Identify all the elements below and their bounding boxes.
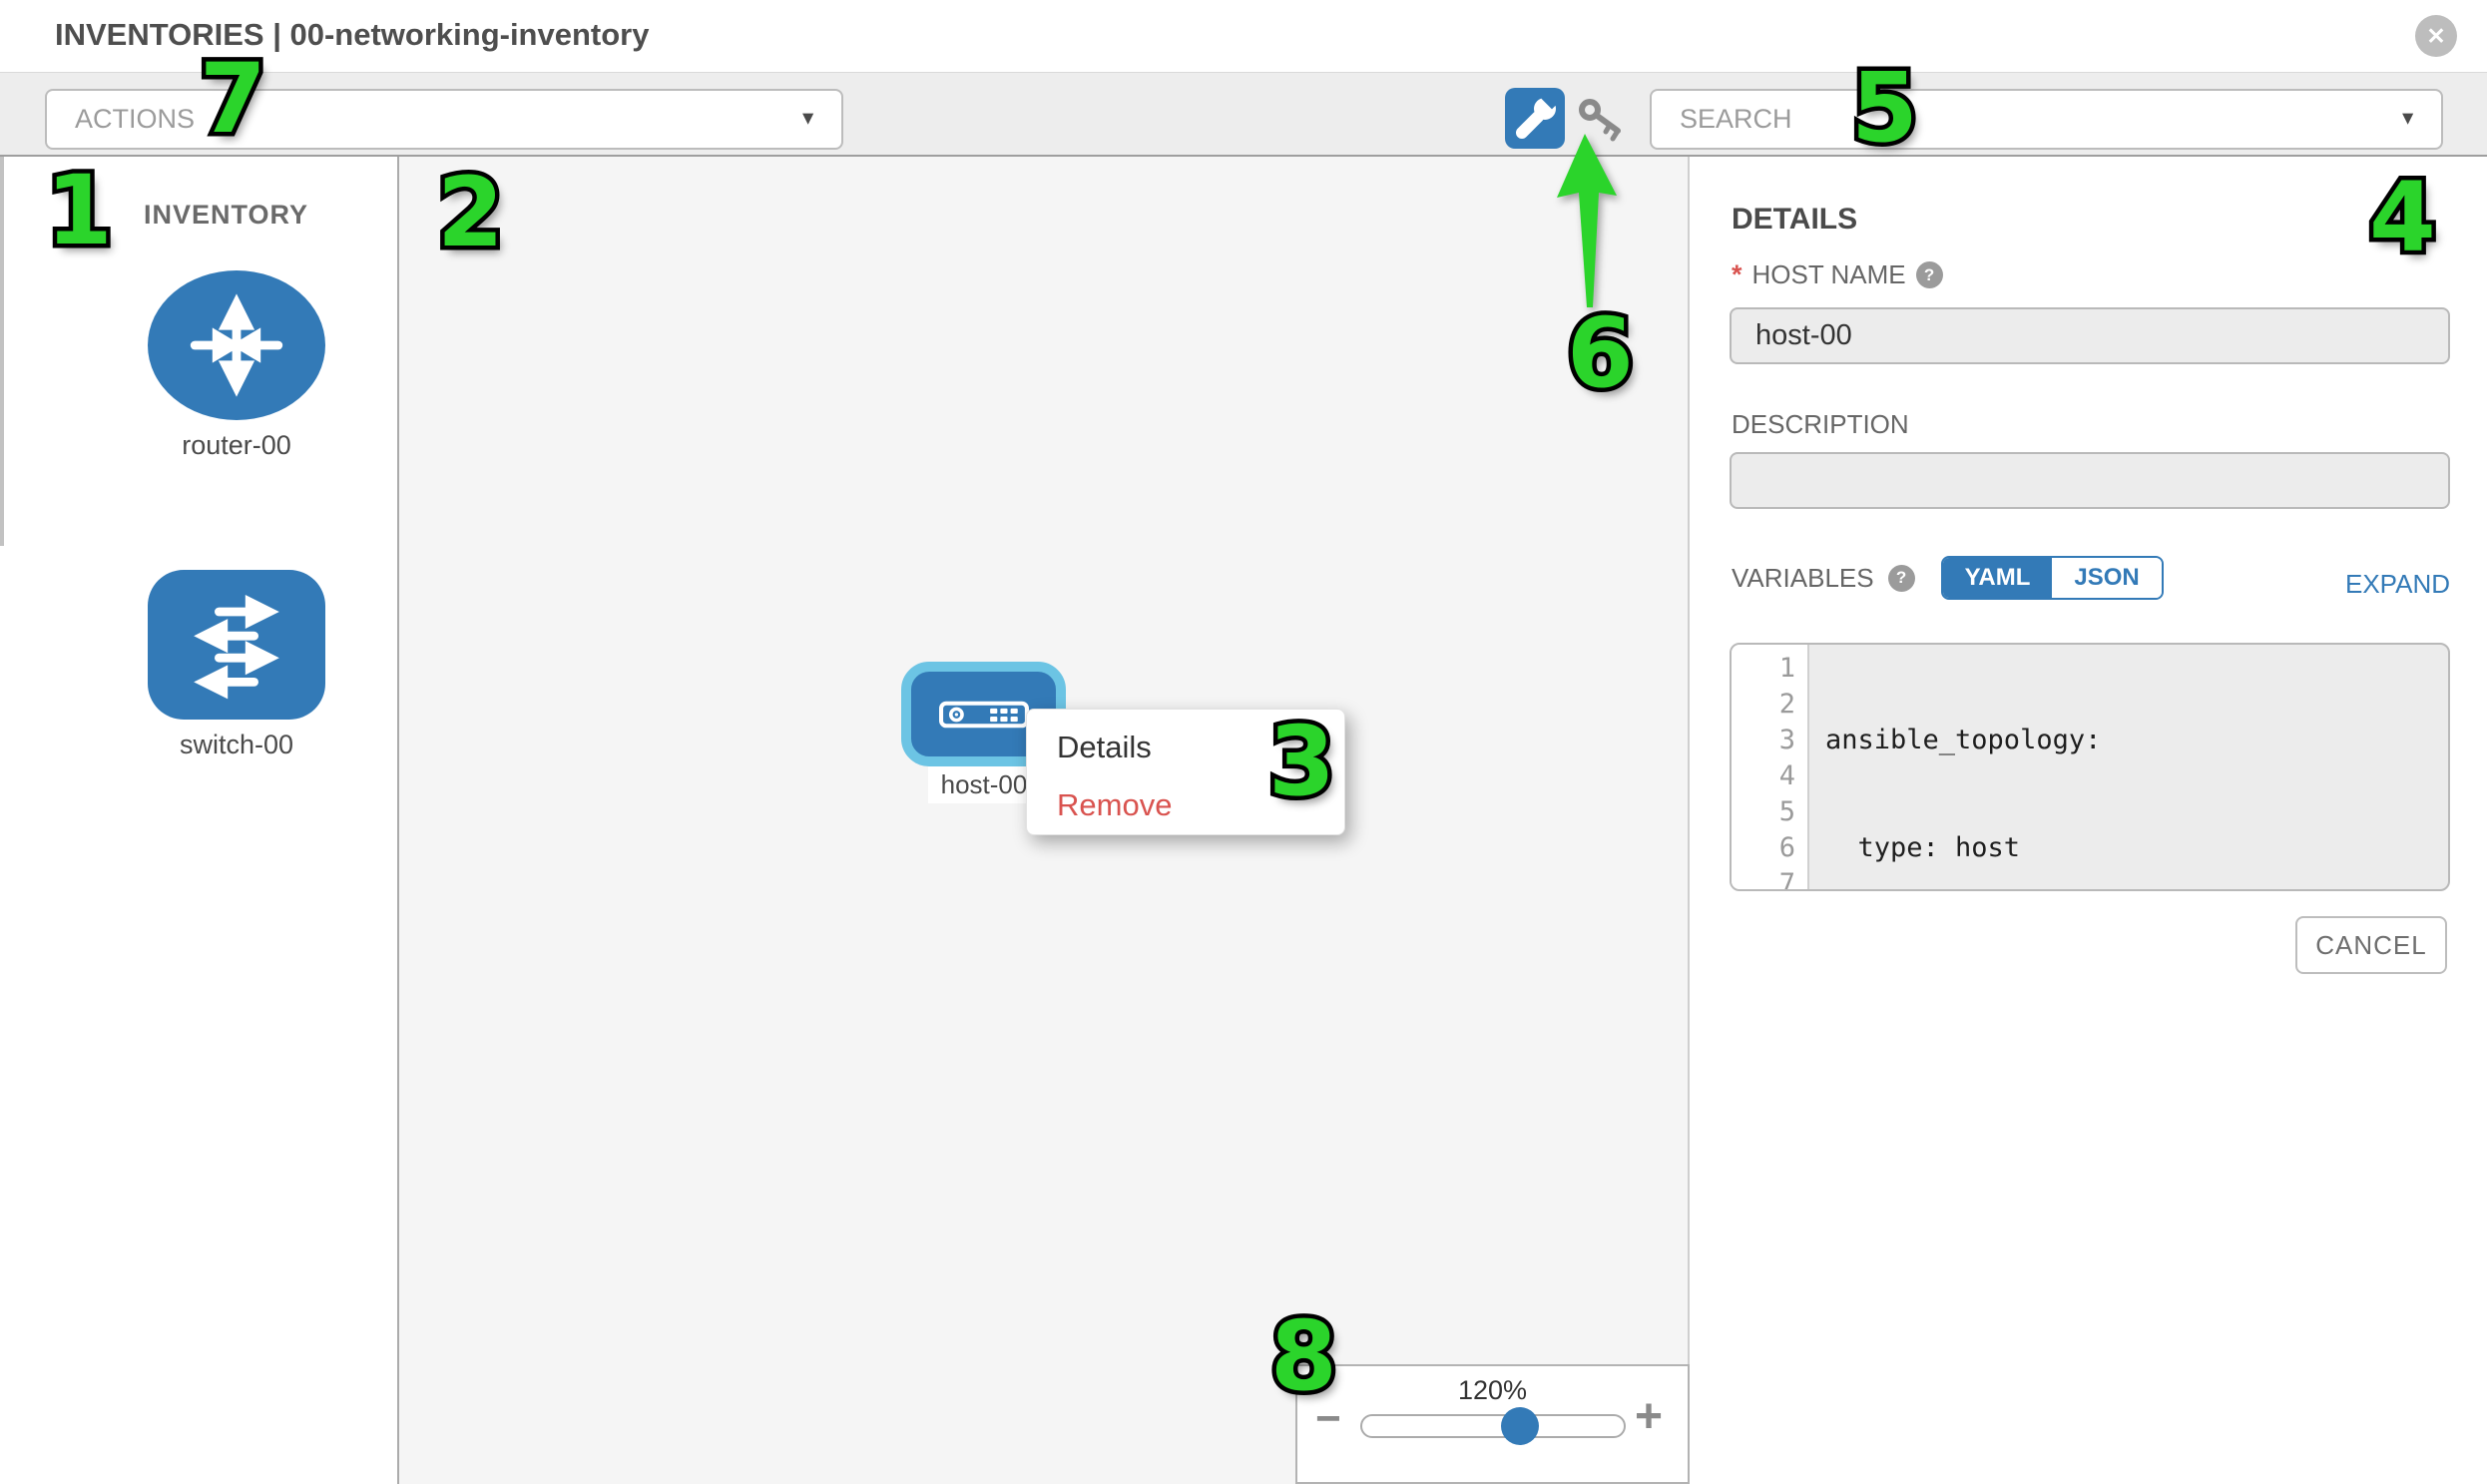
host-name-input[interactable] bbox=[1730, 307, 2450, 364]
line-number: 5 bbox=[1732, 794, 1795, 830]
zoom-slider-thumb[interactable] bbox=[1501, 1407, 1539, 1445]
annotation-8: 8 bbox=[1270, 1308, 1337, 1404]
search-dropdown-label: SEARCH bbox=[1680, 104, 1792, 135]
actions-dropdown[interactable]: ACTIONS ▼ bbox=[45, 89, 843, 150]
sidebar-title: INVENTORY bbox=[144, 200, 308, 231]
help-icon[interactable]: ? bbox=[1916, 261, 1943, 288]
app-window: INVENTORIES | 00-networking-inventory ✕ … bbox=[0, 0, 2487, 1484]
annotation-6: 6 bbox=[1567, 305, 1634, 401]
chevron-down-icon: ▼ bbox=[798, 108, 817, 130]
line-number: 7 bbox=[1732, 866, 1795, 891]
description-label-row: DESCRIPTION bbox=[1732, 409, 1909, 440]
zoom-slider-track[interactable] bbox=[1360, 1414, 1626, 1438]
zoom-level-label: 120% bbox=[1295, 1375, 1690, 1406]
host-icon bbox=[939, 701, 1029, 729]
chevron-down-icon: ▼ bbox=[2398, 108, 2417, 130]
sidebar-item-label: switch-00 bbox=[148, 730, 325, 760]
annotation-2: 2 bbox=[437, 165, 504, 260]
expand-link[interactable]: EXPAND bbox=[2345, 569, 2450, 600]
required-asterisk: * bbox=[1732, 259, 1742, 290]
code-line: ansible_topology: bbox=[1825, 723, 2448, 758]
variables-format-toggle: YAML JSON bbox=[1941, 556, 2164, 600]
sidebar-scrollbar[interactable] bbox=[0, 157, 4, 546]
line-number: 4 bbox=[1732, 758, 1795, 794]
annotation-1: 1 bbox=[46, 163, 113, 258]
router-icon bbox=[148, 270, 325, 420]
annotation-3: 3 bbox=[1268, 714, 1335, 809]
header: INVENTORIES | 00-networking-inventory ✕ bbox=[0, 0, 2487, 72]
annotation-5: 5 bbox=[1851, 60, 1918, 156]
sidebar-item-label: router-00 bbox=[148, 430, 325, 461]
cancel-button[interactable]: CANCEL bbox=[2295, 916, 2447, 974]
variables-code-editor[interactable]: 1 2 3 4 5 6 7 ansible_topology: type: ho… bbox=[1730, 643, 2450, 891]
sidebar-item-router[interactable]: router-00 bbox=[148, 270, 325, 461]
code-line: type: host bbox=[1825, 830, 2448, 866]
host-name-label: HOST NAME bbox=[1752, 259, 1906, 290]
switch-icon bbox=[148, 570, 325, 720]
variables-label: VARIABLES bbox=[1732, 563, 1874, 594]
help-icon[interactable]: ? bbox=[1888, 565, 1915, 592]
line-number: 6 bbox=[1732, 830, 1795, 866]
host-node-label: host-00 bbox=[928, 766, 1040, 803]
editor-line-numbers: 1 2 3 4 5 6 7 bbox=[1732, 645, 1809, 889]
annotation-7: 7 bbox=[200, 51, 266, 147]
search-dropdown[interactable]: SEARCH ▼ bbox=[1650, 89, 2443, 150]
editor-code[interactable]: ansible_topology: type: host name: host-… bbox=[1809, 645, 2448, 889]
variables-row: VARIABLES ? YAML JSON bbox=[1732, 555, 2164, 601]
host-name-label-row: * HOST NAME ? bbox=[1732, 259, 1943, 290]
page-title: INVENTORIES | 00-networking-inventory bbox=[55, 17, 649, 53]
description-input[interactable] bbox=[1730, 452, 2450, 509]
annotation-4: 4 bbox=[2369, 170, 2436, 265]
tab-json[interactable]: JSON bbox=[2052, 558, 2161, 598]
sidebar-item-switch[interactable]: switch-00 bbox=[148, 570, 325, 760]
zoom-in-button[interactable]: + bbox=[1635, 1393, 1663, 1441]
tab-yaml[interactable]: YAML bbox=[1943, 558, 2053, 598]
details-title: DETAILS bbox=[1732, 203, 1857, 237]
actions-dropdown-label: ACTIONS bbox=[75, 104, 195, 135]
line-number: 3 bbox=[1732, 723, 1795, 758]
line-number: 2 bbox=[1732, 687, 1795, 723]
annotation-arrow-up-icon bbox=[1553, 132, 1621, 311]
line-number: 1 bbox=[1732, 651, 1795, 687]
close-icon[interactable]: ✕ bbox=[2415, 15, 2457, 57]
description-label: DESCRIPTION bbox=[1732, 409, 1909, 440]
